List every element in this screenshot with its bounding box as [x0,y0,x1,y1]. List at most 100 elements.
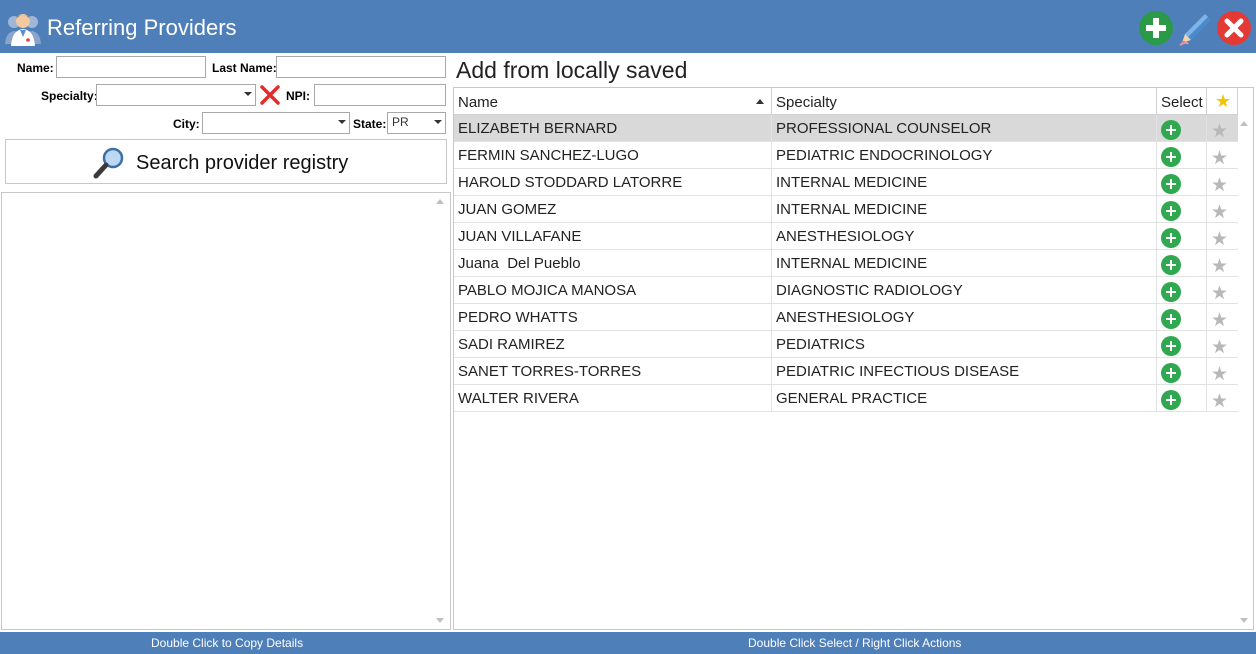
cell-specialty: DIAGNOSTIC RADIOLOGY [772,277,1157,303]
npi-input[interactable] [314,84,446,106]
registry-results-list[interactable] [1,192,451,630]
table-row[interactable]: SADI RAMIREZ PEDIATRICS ★ [454,331,1238,358]
cell-specialty: PEDIATRIC ENDOCRINOLOGY [772,142,1157,168]
clear-filters-button[interactable] [259,84,281,106]
status-bar: Double Click to Copy Details Double Clic… [0,632,1256,654]
cell-select [1157,223,1207,249]
select-provider-button[interactable] [1161,201,1181,221]
close-circle-icon [1224,18,1244,38]
cell-select [1157,250,1207,276]
cell-specialty: ANESTHESIOLOGY [772,304,1157,330]
select-provider-button[interactable] [1161,228,1181,248]
provider-specialty: PEDIATRIC INFECTIOUS DISEASE [776,363,1020,380]
scroll-down-icon[interactable] [436,618,444,623]
cell-name: WALTER RIVERA [454,385,772,411]
name-label: Name: [17,61,54,75]
table-row[interactable]: JUAN GOMEZ INTERNAL MEDICINE ★ [454,196,1238,223]
name-input[interactable] [56,56,206,78]
select-provider-button[interactable] [1161,174,1181,194]
select-provider-button[interactable] [1161,309,1181,329]
select-provider-button[interactable] [1161,336,1181,356]
table-row[interactable]: PEDRO WHATTS ANESTHESIOLOGY ★ [454,304,1238,331]
provider-name: PABLO MOJICA MANOSA [458,282,637,299]
provider-specialty: GENERAL PRACTICE [776,390,928,407]
select-provider-button[interactable] [1161,363,1181,383]
select-provider-button[interactable] [1161,390,1181,410]
provider-specialty: ANESTHESIOLOGY [776,309,915,326]
cell-select [1157,277,1207,303]
select-provider-button[interactable] [1161,282,1181,302]
select-provider-button[interactable] [1161,120,1181,140]
cell-name: JUAN GOMEZ [454,196,772,222]
cell-favorite: ★ [1207,358,1238,386]
provider-name: JUAN VILLAFANE [458,228,582,245]
provider-specialty: INTERNAL MEDICINE [776,174,928,191]
edit-provider-button[interactable] [1178,11,1212,46]
favorite-star-icon[interactable]: ★ [1211,309,1228,332]
table-row[interactable]: Juana Del Pueblo INTERNAL MEDICINE ★ [454,250,1238,277]
scroll-up-icon[interactable] [1240,121,1248,126]
cell-select [1157,142,1207,168]
right-hint-text: Double Click Select / Right Click Action… [748,636,962,650]
cell-select [1157,304,1207,330]
table-row[interactable]: FERMIN SANCHEZ-LUGO PEDIATRIC ENDOCRINOLO… [454,142,1238,169]
cell-favorite: ★ [1207,304,1238,332]
cell-specialty: GENERAL PRACTICE [772,385,1157,411]
table-row[interactable]: PABLO MOJICA MANOSA DIAGNOSTIC RADIOLOGY ★ [454,277,1238,304]
favorite-star-icon[interactable]: ★ [1211,282,1228,305]
cell-name: PEDRO WHATTS [454,304,772,330]
select-provider-button[interactable] [1161,147,1181,167]
favorite-star-icon[interactable]: ★ [1211,363,1228,386]
sort-ascending-icon [756,99,764,104]
provider-specialty: ANESTHESIOLOGY [776,228,915,245]
table-row[interactable]: HAROLD STODDARD LATORRE INTERNAL MEDICINE… [454,169,1238,196]
table-row[interactable]: SANET TORRES-TORRES PEDIATRIC INFECTIOUS … [454,358,1238,385]
doctor-icon [4,10,42,46]
npi-label: NPI: [286,89,310,103]
favorite-star-icon[interactable]: ★ [1211,228,1228,251]
cell-name: JUAN VILLAFANE [454,223,772,249]
table-row[interactable]: WALTER RIVERA GENERAL PRACTICE ★ [454,385,1238,412]
cell-specialty: INTERNAL MEDICINE [772,169,1157,195]
last-name-input[interactable] [276,56,446,78]
provider-specialty: INTERNAL MEDICINE [776,255,928,272]
column-header-favorite[interactable]: ★ [1207,88,1238,115]
provider-specialty: PROFESSIONAL COUNSELOR [776,120,992,137]
favorite-star-icon[interactable]: ★ [1211,255,1228,278]
cell-name: HAROLD STODDARD LATORRE [454,169,772,195]
favorite-star-icon[interactable]: ★ [1211,336,1228,359]
cell-select [1157,331,1207,357]
magnifier-icon [92,147,126,184]
cell-specialty: INTERNAL MEDICINE [772,250,1157,276]
state-dropdown[interactable]: PR [387,112,446,134]
cell-favorite: ★ [1207,277,1238,305]
scroll-down-icon[interactable] [1240,618,1248,623]
provider-name: HAROLD STODDARD LATORRE [458,174,683,191]
table-row[interactable]: JUAN VILLAFANE ANESTHESIOLOGY ★ [454,223,1238,250]
favorite-star-icon[interactable]: ★ [1211,174,1228,197]
column-header-specialty[interactable]: Specialty [772,88,1157,115]
scroll-up-icon[interactable] [436,199,444,204]
local-providers-grid: Name Specialty Select ★ ELIZABETH BERNAR… [453,87,1254,630]
search-button-label: Search provider registry [136,152,349,174]
window-title: Referring Providers [47,15,237,40]
specialty-dropdown[interactable] [96,84,256,106]
add-provider-button[interactable] [1139,11,1173,45]
favorite-star-icon[interactable]: ★ [1211,201,1228,224]
favorite-star-icon[interactable]: ★ [1211,147,1228,170]
provider-specialty: DIAGNOSTIC RADIOLOGY [776,282,963,299]
close-button[interactable] [1217,11,1251,45]
favorite-star-icon[interactable]: ★ [1211,390,1228,413]
table-row[interactable]: ELIZABETH BERNARD PROFESSIONAL COUNSELOR ★ [454,115,1238,142]
provider-name: FERMIN SANCHEZ-LUGO [458,147,639,164]
column-header-select[interactable]: Select [1157,88,1207,115]
provider-name: PEDRO WHATTS [458,309,578,326]
last-name-label: Last Name: [212,61,277,75]
cell-name: PABLO MOJICA MANOSA [454,277,772,303]
column-header-name[interactable]: Name [454,88,772,115]
city-dropdown[interactable] [202,112,350,134]
select-provider-button[interactable] [1161,255,1181,275]
favorite-star-icon[interactable]: ★ [1211,120,1228,143]
cell-specialty: INTERNAL MEDICINE [772,196,1157,222]
search-provider-registry-button[interactable]: Search provider registry [5,139,447,184]
